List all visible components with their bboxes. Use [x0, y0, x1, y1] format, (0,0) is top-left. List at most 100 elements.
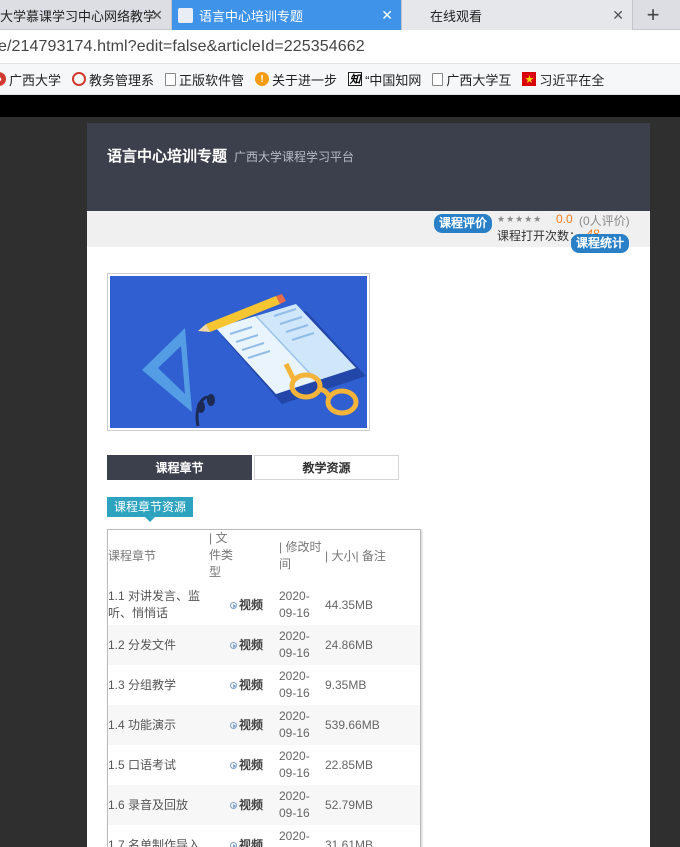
bookmark-label: 广西大学: [9, 72, 62, 88]
file-size: 52.79MB: [325, 798, 374, 812]
seal-icon: [72, 72, 87, 86]
file-type-label: 视频: [239, 758, 264, 772]
toolbar-divider: [0, 95, 680, 117]
address-bar[interactable]: e/214793174.html?edit=false&articleId=22…: [0, 30, 680, 64]
file-type-label: 视频: [239, 838, 264, 847]
close-icon[interactable]: ✕: [612, 7, 624, 24]
chapter-name[interactable]: 1.5 口语考试: [108, 757, 208, 774]
course-card: 语言中心培训专题 广西大学课程学习平台 课程评价 ★★★★★ 0.0 (0人评价)…: [87, 123, 650, 847]
rating-score: 0.0: [556, 212, 573, 226]
rating-stars-icon[interactable]: ★★★★★: [497, 214, 542, 225]
table-row[interactable]: 1.7 名单制作导入 视频 2020- 31.61MB: [108, 825, 420, 847]
file-size: 539.66MB: [325, 718, 380, 732]
content-tabs: 课程章节 教学资源: [107, 455, 399, 480]
table-row[interactable]: 1.3 分组教学 视频 2020-09-16 9.35MB: [108, 665, 420, 705]
bookmark-label: “中国知网: [365, 72, 422, 88]
table-row[interactable]: 1.1 对讲发言、监听、悄悄话 视频 2020-09-16 44.35MB: [108, 585, 420, 625]
play-icon: [230, 642, 237, 649]
modified-date: 2020-09-16: [279, 709, 310, 740]
table-header: 课程章节 | 文件类型 | 修改时间 | 大小| 备注: [108, 530, 420, 585]
browser-tab-mooc[interactable]: 大学慕课学习中心网络教学 ✕: [0, 0, 172, 30]
file-type-label: 视频: [239, 718, 264, 732]
chapter-name[interactable]: 1.6 录音及回放: [108, 797, 208, 814]
course-header: 语言中心培训专题 广西大学课程学习平台: [87, 123, 650, 211]
bookmark-jiaowu[interactable]: 教务管理系: [72, 70, 154, 89]
header-file-type: | 文件类型: [209, 531, 234, 579]
chapter-name[interactable]: 1.3 分组教学: [108, 677, 208, 694]
play-icon: [230, 682, 237, 689]
tab-teaching-resources[interactable]: 教学资源: [254, 455, 399, 480]
bookmark-notice[interactable]: ! 关于进一步: [255, 70, 337, 89]
file-type[interactable]: 视频: [230, 837, 263, 847]
statistics-button[interactable]: 课程统计: [571, 234, 630, 253]
file-size: 24.86MB: [325, 638, 374, 652]
browser-tab-online-view[interactable]: 在线观看 ✕: [402, 0, 633, 30]
chapter-name[interactable]: 1.1 对讲发言、监听、悄悄话: [108, 588, 208, 622]
file-type[interactable]: 视频: [230, 637, 263, 654]
url-text[interactable]: e/214793174.html?edit=false&articleId=22…: [0, 38, 365, 56]
chapter-resources-label: 课程章节资源: [107, 497, 194, 522]
bookmark-gxu-inter[interactable]: 广西大学互: [432, 70, 511, 89]
zhi-icon: 知: [348, 72, 363, 86]
new-tab-button[interactable]: +: [633, 0, 673, 29]
table-row[interactable]: 1.2 分发文件 视频 2020-09-16 24.86MB: [108, 625, 420, 665]
tab-title: 在线观看: [430, 8, 483, 24]
header-chapter: 课程章节: [108, 549, 157, 563]
file-type[interactable]: 视频: [230, 797, 263, 814]
chapter-name[interactable]: 1.2 分发文件: [108, 637, 208, 654]
bookmark-label: 关于进一步: [272, 72, 338, 88]
modified-date: 2020-09-16: [279, 589, 310, 620]
modified-date: 2020-09-16: [279, 629, 310, 660]
file-type-label: 视频: [239, 798, 264, 812]
close-icon[interactable]: ✕: [381, 7, 393, 24]
chapter-table: 课程章节 | 文件类型 | 修改时间 | 大小| 备注 1.1 对讲发言、监听、…: [107, 529, 421, 847]
file-type-label: 视频: [239, 678, 264, 692]
play-icon: [230, 802, 237, 809]
file-type[interactable]: 视频: [230, 677, 263, 694]
bookmarks-bar: ● 广西大学 教务管理系 正版软件管 ! 关于进一步 知 “中国知网 广西大学互…: [0, 64, 680, 95]
browser-tab-bar: 大学慕课学习中心网络教学 ✕ 语言中心培训专题 ✕ 在线观看 ✕ +: [0, 0, 680, 30]
course-subtitle: 广西大学课程学习平台: [234, 150, 355, 164]
document-icon: [432, 72, 444, 86]
rating-bar: 课程评价 ★★★★★ 0.0 (0人评价) 课程打开次数： 48 课程统计: [87, 211, 650, 253]
table-row[interactable]: 1.6 录音及回放 视频 2020-09-16 52.79MB: [108, 785, 420, 825]
document-icon: [165, 72, 177, 86]
close-icon[interactable]: ✕: [151, 7, 163, 24]
bookmark-label: 正版软件管: [179, 72, 245, 88]
file-size: 31.61MB: [325, 838, 374, 847]
course-title: 语言中心培训专题: [107, 148, 228, 165]
file-type[interactable]: 视频: [230, 597, 263, 614]
bookmark-label: 习近平在全: [539, 72, 605, 88]
evaluate-button[interactable]: 课程评价: [434, 214, 493, 233]
file-type[interactable]: 视频: [230, 717, 263, 734]
header-size-note: | 大小| 备注: [325, 549, 386, 563]
bookmark-news[interactable]: ★ 习近平在全: [522, 70, 604, 89]
open-count-label: 课程打开次数：: [497, 229, 582, 243]
table-row[interactable]: 1.5 口语考试 视频 2020-09-16 22.85MB: [108, 745, 420, 785]
play-icon: [230, 602, 237, 609]
play-icon: [230, 722, 237, 729]
table-row[interactable]: 1.4 功能演示 视频 2020-09-16 539.66MB: [108, 705, 420, 745]
modified-date: 2020-: [279, 829, 310, 843]
course-cover-image: [107, 273, 370, 431]
file-type[interactable]: 视频: [230, 757, 263, 774]
file-size: 44.35MB: [325, 598, 374, 612]
file-size: 9.35MB: [325, 678, 367, 692]
bookmark-software[interactable]: 正版软件管: [165, 70, 244, 89]
chapter-name[interactable]: 1.4 功能演示: [108, 717, 208, 734]
chapter-name[interactable]: 1.7 名单制作导入: [108, 837, 208, 847]
file-size: 22.85MB: [325, 758, 374, 772]
bookmark-gxu[interactable]: ● 广西大学: [0, 70, 61, 89]
file-type-label: 视频: [239, 598, 264, 612]
play-icon: [230, 842, 237, 847]
tab-course-chapters[interactable]: 课程章节: [107, 455, 252, 480]
page-favicon-icon: [178, 7, 193, 23]
modified-date: 2020-09-16: [279, 749, 310, 780]
bookmark-label: 广西大学互: [446, 72, 512, 88]
bookmark-cnki[interactable]: 知 “中国知网: [348, 70, 421, 89]
flame-icon: !: [255, 72, 270, 86]
page-background: 语言中心培训专题 广西大学课程学习平台 课程评价 ★★★★★ 0.0 (0人评价)…: [0, 117, 680, 847]
browser-tab-active[interactable]: 语言中心培训专题 ✕: [172, 0, 402, 30]
play-icon: [230, 762, 237, 769]
header-modified: | 修改时间: [279, 540, 322, 571]
